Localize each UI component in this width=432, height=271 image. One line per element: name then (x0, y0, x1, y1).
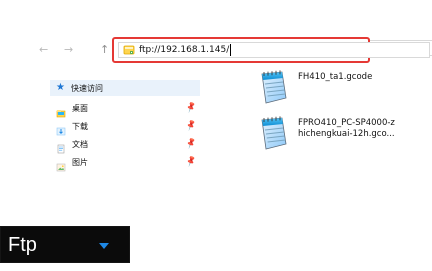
file-item[interactable]: FH410_ta1.gcode (256, 70, 426, 110)
address-bar-highlight: ftp://192.168.1.145/ (112, 37, 430, 63)
sidebar-item-label: 桌面 (72, 103, 88, 113)
sidebar-item-desktop[interactable]: 桌面 📌 (56, 100, 198, 118)
file-name[interactable]: FPRO410_PC-SP4000-z hichengkuai-12h.gco.… (298, 118, 395, 140)
sidebar-item-label: 文档 (72, 139, 88, 149)
pictures-folder-icon (56, 157, 66, 172)
pin-icon[interactable]: 📌 (185, 119, 198, 131)
screenshot-canvas: ← → ↑ ftp://192.168.1.145/ ★ 快速访问 桌面 📌 下… (0, 0, 432, 271)
star-icon: ★ (56, 82, 65, 93)
sidebar-item-documents[interactable]: 文档 📌 (56, 136, 198, 154)
text-cursor (230, 44, 232, 56)
quick-access-label: 快速访问 (70, 83, 103, 93)
forward-button[interactable]: → (64, 44, 73, 56)
chevron-down-icon[interactable] (99, 243, 109, 249)
pin-icon[interactable]: 📌 (185, 101, 198, 113)
address-bar[interactable]: ftp://192.168.1.145/ (118, 42, 430, 58)
sidebar-item-label: 图片 (72, 157, 88, 167)
file-name[interactable]: FH410_ta1.gcode (298, 72, 372, 83)
notepad-document-icon (256, 116, 290, 152)
sidebar-item-label: 下载 (72, 121, 88, 131)
up-button[interactable]: ↑ (100, 44, 109, 56)
back-button[interactable]: ← (39, 44, 48, 56)
sidebar-item-pictures[interactable]: 图片 📌 (56, 154, 198, 172)
address-bar-text[interactable]: ftp://192.168.1.145/ (139, 45, 229, 55)
downloads-folder-icon (56, 121, 66, 136)
ftp-dropdown-value[interactable]: Ftp (8, 233, 37, 257)
file-explorer-window: ← → ↑ ftp://192.168.1.145/ ★ 快速访问 桌面 📌 下… (0, 0, 432, 200)
desktop-folder-icon (56, 103, 66, 118)
notepad-document-icon (256, 70, 290, 106)
pin-icon[interactable]: 📌 (185, 137, 198, 149)
file-item[interactable]: FPRO410_PC-SP4000-z hichengkuai-12h.gco.… (256, 116, 426, 156)
ftp-location-icon (123, 44, 135, 56)
ftp-dropdown[interactable]: Ftp (0, 226, 130, 263)
quick-access-header[interactable]: ★ 快速访问 (50, 80, 200, 96)
sidebar-item-downloads[interactable]: 下载 📌 (56, 118, 198, 136)
documents-folder-icon (56, 139, 66, 154)
pin-icon[interactable]: 📌 (185, 155, 198, 167)
